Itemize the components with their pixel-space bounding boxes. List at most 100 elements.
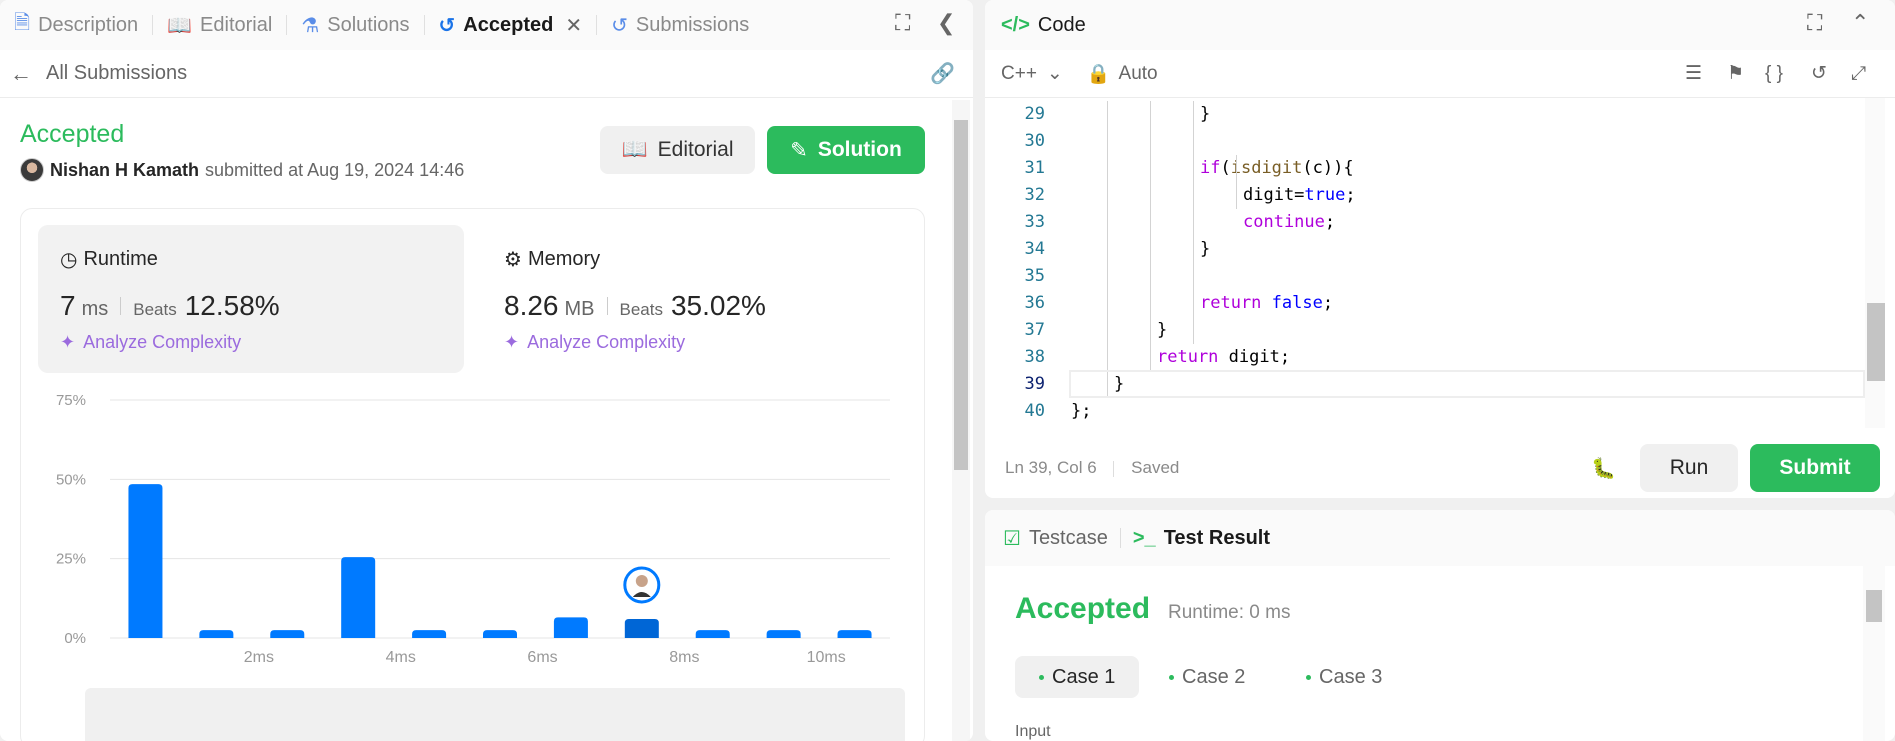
code-token: } [1200, 104, 1211, 124]
scrollbar-thumb[interactable] [1866, 590, 1882, 622]
code-text: } [1157, 317, 1167, 344]
tab-description[interactable]: 🗎 Description [0, 0, 152, 50]
case-tab-1[interactable]: Case 1 [1015, 656, 1140, 698]
reset-icon[interactable]: ↺ [1811, 62, 1827, 85]
result-scrollbar[interactable] [1863, 566, 1885, 741]
lock-icon: 🔒 [1086, 63, 1111, 85]
chevron-down-icon[interactable]: ⌄ [1047, 62, 1063, 85]
memory-title: Memory [527, 248, 601, 270]
chart-bar [128, 484, 163, 638]
code-tab-bar: </> Code [985, 0, 1895, 50]
tab-editorial[interactable]: 📖 Editorial [153, 0, 286, 50]
back-arrow-icon[interactable]: ← [10, 61, 32, 87]
result-panel: ☑ Testcase >_ Test Result Accepted Runti… [985, 510, 1895, 741]
tab-testcase[interactable]: Testcase [1029, 527, 1108, 550]
flask-icon: ⚗ [301, 14, 320, 37]
code-line: 30 [985, 128, 1865, 155]
sparkle-icon: ✦ [60, 332, 76, 352]
code-editor[interactable]: 29} 30 31 if(isdigit(c)){32 digit=true; 33 con… [985, 98, 1865, 428]
tab-accepted[interactable]: ↺ Accepted ✕ [425, 0, 597, 50]
auto-mode[interactable]: Auto [1119, 63, 1158, 85]
analyze-complexity-link[interactable]: ✦ Analyze Complexity [60, 332, 442, 353]
braces-icon[interactable]: { } [1765, 63, 1783, 85]
expand-icon[interactable]: ⤢ [1851, 63, 1866, 85]
runtime-unit: ms [81, 298, 109, 320]
runtime-beats: 12.58% [184, 290, 280, 321]
chart-bar [341, 557, 376, 638]
line-number: 30 [1024, 131, 1045, 151]
line-number: 37 [1024, 320, 1045, 340]
case-tab-2[interactable]: Case 2 [1145, 656, 1269, 698]
analyze-complexity-link[interactable]: ✦ Analyze Complexity [504, 332, 886, 353]
code-line: 36 return false; [985, 290, 1865, 317]
line-number: 40 [1024, 401, 1045, 421]
scrollbar-thumb[interactable] [954, 120, 968, 470]
sparkle-icon: ✦ [504, 332, 520, 352]
submit-button[interactable]: Submit [1750, 444, 1880, 492]
code-token: isdigit [1230, 158, 1303, 178]
code-line: 37} [985, 317, 1865, 344]
saved-status: Saved [1131, 458, 1180, 477]
tab-test-result[interactable]: Test Result [1164, 527, 1270, 550]
result-runtime: Runtime: 0 ms [1168, 602, 1291, 623]
case-tab-3[interactable]: Case 3 [1282, 656, 1406, 698]
tab-code[interactable]: </> Code [985, 0, 1100, 50]
chart-bar [199, 630, 234, 638]
y-tick-label: 50% [56, 471, 86, 488]
bookmark-icon[interactable]: ⚑ [1727, 62, 1744, 85]
code-token: if [1200, 158, 1221, 178]
maximize-icon[interactable]: ⛶ [1807, 10, 1822, 36]
code-line: 38 return digit; [985, 344, 1865, 371]
x-tick-label: 8ms [669, 649, 699, 666]
document-icon: 🗎 [14, 12, 31, 34]
submission-status: Accepted [20, 120, 125, 148]
run-button[interactable]: Run [1640, 444, 1738, 492]
code-token: (c)){ [1302, 158, 1354, 178]
share-link-icon[interactable]: 🔗 [930, 61, 955, 86]
divider [606, 297, 608, 315]
collapse-left-icon[interactable]: ❮ [937, 10, 955, 36]
pass-dot [1306, 674, 1311, 680]
code-line: 35 [985, 263, 1865, 290]
runtime-stat[interactable]: ◷ Runtime 7 ms Beats 12.58% ✦ Analyze Co… [38, 225, 464, 373]
editor-toolbar: C++ ⌄ 🔒 Auto ☰ ⚑ { } ↺ ⤢ [985, 50, 1895, 98]
code-token: return [1200, 293, 1262, 313]
scrollbar-thumb[interactable] [1867, 303, 1885, 381]
debug-icon[interactable]: 🐛 [1591, 456, 1616, 481]
tab-submissions[interactable]: ↺ Submissions [597, 0, 763, 50]
user-name[interactable]: Nishan H Kamath [50, 160, 199, 181]
memory-value: 8.26 [504, 290, 559, 321]
indent-guide [1150, 101, 1151, 371]
code-token: } [1157, 320, 1168, 340]
editorial-button[interactable]: 📖 Editorial [600, 126, 755, 174]
chart-range-selector[interactable] [85, 688, 905, 741]
divider [1119, 528, 1121, 548]
memory-stat[interactable]: ⚙ Memory 8.26 MB Beats 35.02% ✦ Analyze … [482, 225, 908, 373]
chart-bar [837, 630, 872, 638]
all-submissions-link[interactable]: All Submissions [46, 62, 187, 85]
input-label: Input [1015, 723, 1051, 740]
code-line: 33 continue; [985, 209, 1865, 236]
tab-solutions[interactable]: ⚗ Solutions [287, 0, 423, 50]
solution-button[interactable]: ✎ Solution [767, 126, 925, 174]
code-token: ; [1345, 185, 1356, 205]
terminal-icon: >_ [1132, 526, 1156, 549]
avatar[interactable] [20, 158, 44, 182]
code-line: 40}; [985, 398, 1865, 425]
x-tick-label: 4ms [386, 649, 416, 666]
code-line: 29} [985, 101, 1865, 128]
left-scrollbar[interactable] [952, 100, 970, 741]
line-number: 29 [1024, 104, 1045, 124]
back-row: ← All Submissions 🔗 [0, 50, 973, 98]
line-number: 34 [1024, 239, 1045, 259]
language-select[interactable]: C++ [1001, 63, 1037, 85]
chart-bar [270, 630, 305, 638]
x-tick-label: 2ms [244, 649, 274, 666]
editor-scrollbar[interactable] [1865, 98, 1885, 428]
collapse-up-icon[interactable]: ⌃ [1851, 10, 1869, 36]
beats-label: Beats [133, 300, 177, 319]
maximize-icon[interactable]: ⛶ [895, 10, 910, 36]
format-icon[interactable]: ☰ [1685, 62, 1702, 85]
close-icon[interactable]: ✕ [565, 13, 582, 38]
